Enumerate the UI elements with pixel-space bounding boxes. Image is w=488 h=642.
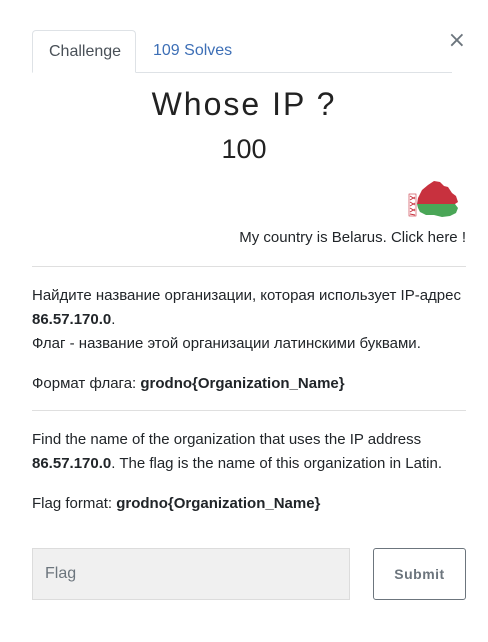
divider-middle	[32, 410, 466, 411]
description-ru: Найдите название организации, которая ис…	[32, 284, 468, 396]
en-flag-format: Flag format: grodno{Organization_Name}	[32, 492, 468, 516]
en-ip-address: 86.57.170.0	[32, 455, 112, 472]
en-format-label: Flag format:	[32, 495, 117, 512]
tab-bar: Challenge 109 Solves	[32, 30, 452, 73]
ru-format-value: grodno{Organization_Name}	[140, 375, 345, 392]
en-task-part-2: . The flag is the name of this organizat…	[111, 455, 443, 472]
country-link[interactable]: My country is Belarus. Click here !	[239, 229, 466, 246]
ru-flag-hint: Флаг - название этой организации латинск…	[32, 335, 421, 352]
ru-format-label: Формат флага:	[32, 375, 141, 392]
belarus-map-flag-icon	[404, 180, 462, 220]
en-task-text: Find the name of the organization that u…	[32, 428, 468, 476]
description-en: Find the name of the organization that u…	[32, 428, 468, 516]
tab-solves[interactable]: 109 Solves	[137, 30, 248, 72]
flag-input[interactable]	[32, 548, 350, 600]
challenge-modal: × Challenge 109 Solves Whose IP ? 100 My…	[0, 0, 488, 642]
challenge-points: 100	[221, 134, 267, 164]
en-task-part-1: Find the name of the organization that u…	[32, 431, 422, 448]
submit-button[interactable]: Submit	[373, 548, 466, 600]
ru-task-part-1: Найдите название организации, которая ис…	[32, 287, 461, 304]
divider-top	[32, 266, 466, 267]
ru-task-text: Найдите название организации, которая ис…	[32, 284, 468, 332]
ru-flag-format: Формат флага: grodno{Organization_Name}	[32, 372, 468, 396]
en-format-value: grodno{Organization_Name}	[116, 495, 321, 512]
challenge-title: Whose IP ?	[151, 86, 337, 122]
ru-ip-address: 86.57.170.0	[32, 311, 112, 328]
ru-task-part-2: .	[111, 311, 116, 328]
tab-challenge[interactable]: Challenge	[32, 30, 136, 73]
